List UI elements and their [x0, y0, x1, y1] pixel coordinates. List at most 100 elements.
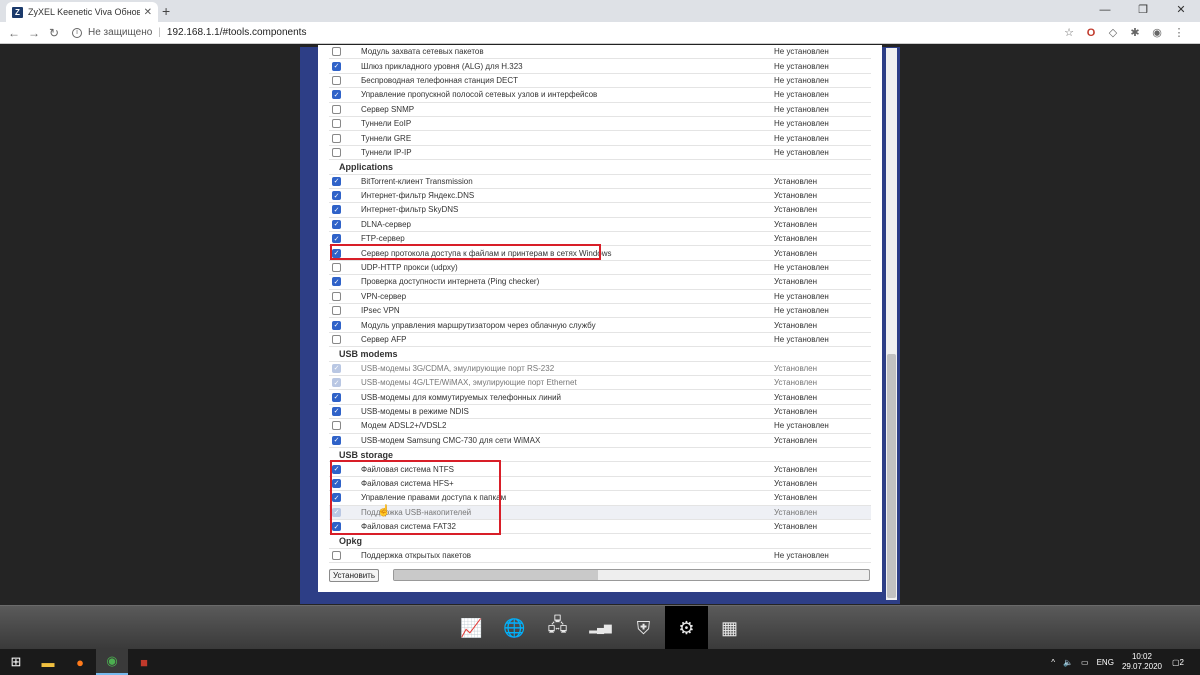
notifications-icon[interactable]: ▢2: [1172, 658, 1192, 667]
component-row: ✓ USB-модемы в режиме NDIS Установлен: [329, 405, 871, 420]
component-status: Установлен: [774, 464, 818, 474]
component-name: Туннели IP-IP: [361, 147, 412, 157]
component-name: USB-модем Samsung CMC-730 для сети WiMAX: [361, 435, 541, 445]
mouse-cursor-icon: ☝: [377, 505, 391, 517]
component-checkbox[interactable]: ✓: [332, 61, 341, 71]
component-checkbox[interactable]: ✓: [332, 234, 341, 244]
browser-tab[interactable]: Z ZyXEL Keenetic Viva Обновлени ✕: [6, 2, 158, 22]
app-icon[interactable]: ■: [128, 649, 160, 675]
signal-bars-icon[interactable]: ▂▄▆: [579, 606, 622, 650]
component-checkbox[interactable]: ✓: [332, 406, 341, 416]
reload-icon[interactable]: ↻: [44, 26, 64, 40]
install-button[interactable]: Установить: [329, 569, 379, 582]
install-progress-bar: [393, 569, 870, 581]
component-name: Интернет-фильтр Яндекс.DNS: [361, 191, 475, 201]
component-row: Модуль захвата сетевых пакетов Не установ…: [329, 45, 871, 60]
forward-icon[interactable]: →: [24, 26, 44, 40]
component-checkbox[interactable]: ✓: [332, 191, 341, 201]
component-checkbox[interactable]: [332, 335, 341, 344]
profile-icon[interactable]: ◉: [1146, 26, 1168, 39]
component-status: Не установлен: [774, 90, 829, 100]
component-name: USB-модемы 4G/LTE/WiMAX, эмулирующие пор…: [361, 378, 577, 388]
monitor-graph-icon[interactable]: 📈: [450, 606, 493, 650]
puzzle-extension-icon[interactable]: ✱: [1124, 26, 1146, 39]
component-checkbox[interactable]: ✓: [332, 219, 341, 229]
component-name: UDP-HTTP прокси (udpxy): [361, 263, 458, 273]
language-indicator[interactable]: ENG: [1097, 658, 1114, 667]
component-checkbox[interactable]: [332, 75, 341, 85]
component-checkbox[interactable]: [332, 133, 341, 143]
new-tab-button[interactable]: +: [162, 3, 170, 19]
component-row: IPsec VPN Не установлен: [329, 304, 871, 319]
firefox-icon[interactable]: ●: [64, 649, 96, 675]
clock-date: 29.07.2020: [1121, 662, 1162, 671]
component-checkbox[interactable]: [332, 47, 341, 57]
component-status: Не установлен: [774, 133, 829, 143]
url-text[interactable]: 192.168.1.1/#tools.components: [167, 27, 307, 38]
globe-icon[interactable]: 🌐: [493, 606, 536, 650]
gear-icon[interactable]: ⚙: [665, 606, 708, 650]
component-status: Установлен: [774, 435, 818, 445]
progress-fill: [394, 570, 599, 580]
tag-extension-icon[interactable]: ◇: [1102, 26, 1124, 39]
clock[interactable]: 10:02 29.07.2020: [1122, 652, 1162, 672]
component-checkbox[interactable]: ✓: [332, 392, 341, 402]
router-toolbar: 📈 🌐 🖧 ▂▄▆ ⛨ ⚙ ▦: [0, 605, 1200, 650]
close-tab-icon[interactable]: ✕: [144, 7, 152, 18]
opera-extension-icon[interactable]: O: [1080, 27, 1102, 39]
component-checkbox[interactable]: ✓: [332, 176, 341, 186]
bookmark-star-icon[interactable]: ☆: [1058, 26, 1080, 39]
volume-icon[interactable]: 🔈: [1063, 658, 1073, 667]
windows-start-icon[interactable]: ⊞: [0, 649, 32, 675]
close-window-icon[interactable]: ✕: [1162, 0, 1200, 22]
component-status: Не установлен: [774, 421, 829, 431]
system-tray: ^ 🔈 ▭ ENG 10:02 29.07.2020 ▢2: [1051, 649, 1200, 675]
component-checkbox[interactable]: [332, 421, 341, 431]
address-bar: ← → ↻ i Не защищено | 192.168.1.1/#tools…: [0, 22, 1200, 44]
security-label: Не защищено: [88, 27, 153, 38]
component-checkbox[interactable]: [332, 104, 341, 114]
component-checkbox[interactable]: [332, 306, 341, 316]
apps-grid-icon[interactable]: ▦: [708, 606, 751, 650]
component-status: Не установлен: [774, 147, 829, 157]
info-icon[interactable]: i: [72, 27, 82, 38]
component-name: Беспроводная телефонная станция DECT: [361, 75, 519, 85]
menu-icon[interactable]: ⋮: [1168, 26, 1190, 39]
shield-icon[interactable]: ⛨: [622, 606, 665, 650]
minimize-icon[interactable]: —: [1086, 0, 1124, 22]
network-icon[interactable]: 🖧: [536, 606, 579, 650]
scrollbar-thumb[interactable]: [887, 354, 896, 598]
component-checkbox[interactable]: ✓: [332, 205, 341, 215]
component-checkbox[interactable]: [332, 291, 341, 301]
back-icon[interactable]: ←: [4, 26, 24, 40]
component-status: Установлен: [774, 234, 818, 244]
component-status: Не установлен: [774, 263, 829, 273]
component-row: Туннели IP-IP Не установлен: [329, 146, 871, 161]
component-status: Установлен: [774, 248, 818, 258]
component-checkbox[interactable]: [332, 550, 341, 560]
component-checkbox[interactable]: ✓: [332, 320, 341, 330]
network-tray-icon[interactable]: ▭: [1081, 658, 1089, 667]
component-checkbox[interactable]: ✓: [332, 277, 341, 287]
chrome-icon[interactable]: ◉: [96, 649, 128, 675]
component-row: Туннели EoIP Не установлен: [329, 117, 871, 132]
clock-time: 10:02: [1131, 652, 1152, 661]
component-status: Не установлен: [774, 119, 829, 129]
component-checkbox[interactable]: [332, 263, 341, 273]
component-checkbox[interactable]: ✓: [332, 435, 341, 445]
component-checkbox[interactable]: [332, 119, 341, 129]
omnibox[interactable]: i Не защищено | 192.168.1.1/#tools.compo…: [72, 27, 1058, 38]
file-explorer-icon[interactable]: ▬: [32, 649, 64, 675]
component-checkbox[interactable]: [332, 147, 341, 157]
component-row: ✓ Управление пропускной полосой сетевых у…: [329, 88, 871, 103]
component-status: Установлен: [774, 522, 818, 532]
component-name: Шлюз прикладного уровня (ALG) для H.323: [361, 61, 523, 71]
restore-icon[interactable]: ❐: [1124, 0, 1162, 22]
component-name: USB-модемы для коммутируемых телефонных …: [361, 392, 562, 402]
component-row: Сервер AFP Не установлен: [329, 333, 871, 348]
component-checkbox[interactable]: ✓: [332, 90, 341, 100]
tray-arrow-icon[interactable]: ^: [1051, 658, 1055, 667]
component-name: Проверка доступности интернета (Ping che…: [361, 277, 540, 287]
component-row: ✓ Проверка доступности интернета (Ping ch…: [329, 275, 871, 290]
page-scrollbar[interactable]: [886, 48, 897, 600]
